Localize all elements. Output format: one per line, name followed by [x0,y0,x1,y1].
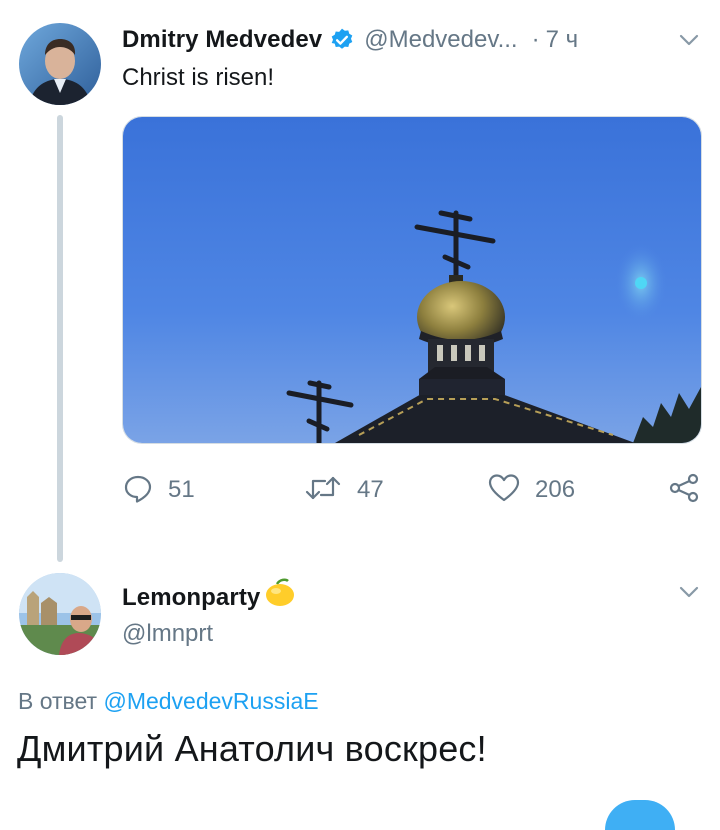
like-count: 206 [535,476,576,503]
reply-count: 51 [168,476,195,503]
in-reply-to-line: В ответ @MedvedevRussiaE [18,688,319,715]
in-reply-prefix: В ответ [18,688,104,714]
author-handle[interactable]: @Medvedev... [364,26,517,54]
heart-icon [487,472,521,509]
reply-author-avatar[interactable] [19,573,101,655]
reply-icon [122,472,154,509]
in-reply-handle-link[interactable]: @MedvedevRussiaE [103,688,318,714]
tweet-media-image[interactable] [122,116,702,444]
reply-author-handle[interactable]: @lmnprt [122,620,213,648]
tweet-menu-chevron-icon[interactable] [677,30,701,50]
lemon-emoji-icon [262,578,296,613]
author-name[interactable]: Dmitry Medvedev [122,26,322,54]
share-action-button[interactable] [668,472,700,509]
tweet-text: Christ is risen! [122,64,275,91]
retweet-action-button[interactable]: 47 [303,474,384,506]
retweet-icon [303,472,343,509]
reply-menu-chevron-icon[interactable] [677,582,701,602]
reply-text: Дмитрий Анатолич воскрес! [17,728,487,769]
share-icon [668,472,700,509]
reply-action-button[interactable]: 51 [122,474,195,506]
tweet-timestamp[interactable]: 7 ч [546,26,579,54]
author-avatar[interactable] [19,23,101,105]
like-action-button[interactable]: 206 [487,472,576,509]
reply-author-name-row: Lemonparty [122,578,296,613]
thread-connector-line [57,115,63,562]
reply-author-name[interactable]: Lemonparty [122,584,260,612]
header-separator: · [531,26,540,53]
compose-fab-button[interactable] [605,800,675,830]
tweet-header: Dmitry Medvedev @Medvedev... · 7 ч [122,23,578,57]
verified-badge-icon [329,27,355,53]
retweet-count: 47 [357,476,384,503]
